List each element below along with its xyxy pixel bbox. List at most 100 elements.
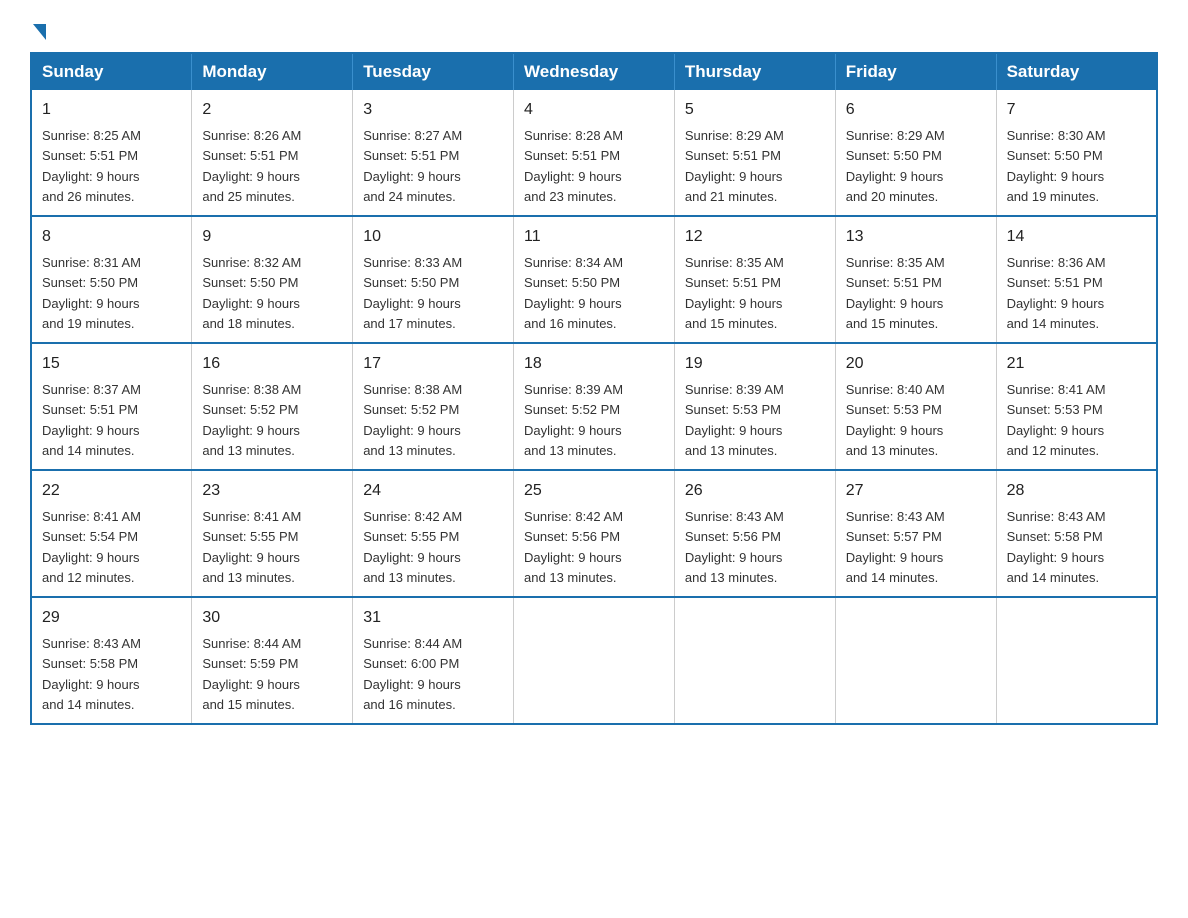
calendar-cell: 8 Sunrise: 8:31 AMSunset: 5:50 PMDayligh… — [31, 216, 192, 343]
day-info: Sunrise: 8:26 AMSunset: 5:51 PMDaylight:… — [202, 128, 301, 204]
calendar-cell: 16 Sunrise: 8:38 AMSunset: 5:52 PMDaylig… — [192, 343, 353, 470]
day-info: Sunrise: 8:43 AMSunset: 5:58 PMDaylight:… — [42, 636, 141, 712]
calendar-cell: 2 Sunrise: 8:26 AMSunset: 5:51 PMDayligh… — [192, 90, 353, 216]
calendar-week-row: 22 Sunrise: 8:41 AMSunset: 5:54 PMDaylig… — [31, 470, 1157, 597]
calendar-week-row: 29 Sunrise: 8:43 AMSunset: 5:58 PMDaylig… — [31, 597, 1157, 724]
day-number: 22 — [42, 479, 181, 503]
calendar-cell — [835, 597, 996, 724]
day-number: 26 — [685, 479, 825, 503]
weekday-header-tuesday: Tuesday — [353, 53, 514, 90]
calendar-cell: 14 Sunrise: 8:36 AMSunset: 5:51 PMDaylig… — [996, 216, 1157, 343]
logo — [30, 20, 46, 40]
day-info: Sunrise: 8:43 AMSunset: 5:56 PMDaylight:… — [685, 509, 784, 585]
day-info: Sunrise: 8:31 AMSunset: 5:50 PMDaylight:… — [42, 255, 141, 331]
calendar-cell: 31 Sunrise: 8:44 AMSunset: 6:00 PMDaylig… — [353, 597, 514, 724]
calendar-cell: 13 Sunrise: 8:35 AMSunset: 5:51 PMDaylig… — [835, 216, 996, 343]
calendar-cell: 15 Sunrise: 8:37 AMSunset: 5:51 PMDaylig… — [31, 343, 192, 470]
day-number: 5 — [685, 98, 825, 122]
day-number: 20 — [846, 352, 986, 376]
weekday-header-friday: Friday — [835, 53, 996, 90]
day-info: Sunrise: 8:38 AMSunset: 5:52 PMDaylight:… — [363, 382, 462, 458]
day-number: 8 — [42, 225, 181, 249]
day-number: 23 — [202, 479, 342, 503]
day-info: Sunrise: 8:36 AMSunset: 5:51 PMDaylight:… — [1007, 255, 1106, 331]
day-info: Sunrise: 8:30 AMSunset: 5:50 PMDaylight:… — [1007, 128, 1106, 204]
calendar-cell: 17 Sunrise: 8:38 AMSunset: 5:52 PMDaylig… — [353, 343, 514, 470]
day-number: 30 — [202, 606, 342, 630]
calendar-cell: 25 Sunrise: 8:42 AMSunset: 5:56 PMDaylig… — [514, 470, 675, 597]
day-number: 12 — [685, 225, 825, 249]
day-number: 24 — [363, 479, 503, 503]
calendar-cell: 18 Sunrise: 8:39 AMSunset: 5:52 PMDaylig… — [514, 343, 675, 470]
day-info: Sunrise: 8:40 AMSunset: 5:53 PMDaylight:… — [846, 382, 945, 458]
day-number: 6 — [846, 98, 986, 122]
calendar-week-row: 1 Sunrise: 8:25 AMSunset: 5:51 PMDayligh… — [31, 90, 1157, 216]
day-info: Sunrise: 8:43 AMSunset: 5:57 PMDaylight:… — [846, 509, 945, 585]
day-number: 21 — [1007, 352, 1146, 376]
calendar-cell: 7 Sunrise: 8:30 AMSunset: 5:50 PMDayligh… — [996, 90, 1157, 216]
day-number: 14 — [1007, 225, 1146, 249]
calendar-cell: 19 Sunrise: 8:39 AMSunset: 5:53 PMDaylig… — [674, 343, 835, 470]
page-header — [30, 20, 1158, 40]
calendar-cell: 11 Sunrise: 8:34 AMSunset: 5:50 PMDaylig… — [514, 216, 675, 343]
day-number: 28 — [1007, 479, 1146, 503]
day-number: 25 — [524, 479, 664, 503]
day-info: Sunrise: 8:27 AMSunset: 5:51 PMDaylight:… — [363, 128, 462, 204]
day-number: 4 — [524, 98, 664, 122]
day-info: Sunrise: 8:39 AMSunset: 5:53 PMDaylight:… — [685, 382, 784, 458]
calendar-table: SundayMondayTuesdayWednesdayThursdayFrid… — [30, 52, 1158, 725]
day-number: 18 — [524, 352, 664, 376]
calendar-cell — [996, 597, 1157, 724]
day-info: Sunrise: 8:42 AMSunset: 5:55 PMDaylight:… — [363, 509, 462, 585]
day-info: Sunrise: 8:25 AMSunset: 5:51 PMDaylight:… — [42, 128, 141, 204]
calendar-cell: 22 Sunrise: 8:41 AMSunset: 5:54 PMDaylig… — [31, 470, 192, 597]
day-info: Sunrise: 8:37 AMSunset: 5:51 PMDaylight:… — [42, 382, 141, 458]
calendar-cell: 12 Sunrise: 8:35 AMSunset: 5:51 PMDaylig… — [674, 216, 835, 343]
day-info: Sunrise: 8:39 AMSunset: 5:52 PMDaylight:… — [524, 382, 623, 458]
day-info: Sunrise: 8:35 AMSunset: 5:51 PMDaylight:… — [685, 255, 784, 331]
calendar-cell: 20 Sunrise: 8:40 AMSunset: 5:53 PMDaylig… — [835, 343, 996, 470]
calendar-cell: 24 Sunrise: 8:42 AMSunset: 5:55 PMDaylig… — [353, 470, 514, 597]
day-number: 16 — [202, 352, 342, 376]
day-number: 1 — [42, 98, 181, 122]
calendar-cell: 29 Sunrise: 8:43 AMSunset: 5:58 PMDaylig… — [31, 597, 192, 724]
weekday-header-wednesday: Wednesday — [514, 53, 675, 90]
day-number: 3 — [363, 98, 503, 122]
calendar-cell: 5 Sunrise: 8:29 AMSunset: 5:51 PMDayligh… — [674, 90, 835, 216]
day-info: Sunrise: 8:35 AMSunset: 5:51 PMDaylight:… — [846, 255, 945, 331]
day-number: 13 — [846, 225, 986, 249]
day-info: Sunrise: 8:44 AMSunset: 5:59 PMDaylight:… — [202, 636, 301, 712]
calendar-cell: 3 Sunrise: 8:27 AMSunset: 5:51 PMDayligh… — [353, 90, 514, 216]
day-info: Sunrise: 8:38 AMSunset: 5:52 PMDaylight:… — [202, 382, 301, 458]
day-info: Sunrise: 8:44 AMSunset: 6:00 PMDaylight:… — [363, 636, 462, 712]
day-number: 19 — [685, 352, 825, 376]
day-number: 17 — [363, 352, 503, 376]
day-info: Sunrise: 8:41 AMSunset: 5:53 PMDaylight:… — [1007, 382, 1106, 458]
calendar-cell — [514, 597, 675, 724]
day-info: Sunrise: 8:32 AMSunset: 5:50 PMDaylight:… — [202, 255, 301, 331]
day-number: 9 — [202, 225, 342, 249]
day-number: 27 — [846, 479, 986, 503]
day-number: 2 — [202, 98, 342, 122]
weekday-header-row: SundayMondayTuesdayWednesdayThursdayFrid… — [31, 53, 1157, 90]
day-info: Sunrise: 8:41 AMSunset: 5:55 PMDaylight:… — [202, 509, 301, 585]
weekday-header-thursday: Thursday — [674, 53, 835, 90]
day-info: Sunrise: 8:34 AMSunset: 5:50 PMDaylight:… — [524, 255, 623, 331]
calendar-cell — [674, 597, 835, 724]
calendar-cell: 26 Sunrise: 8:43 AMSunset: 5:56 PMDaylig… — [674, 470, 835, 597]
calendar-cell: 9 Sunrise: 8:32 AMSunset: 5:50 PMDayligh… — [192, 216, 353, 343]
day-number: 10 — [363, 225, 503, 249]
day-number: 11 — [524, 225, 664, 249]
calendar-cell: 1 Sunrise: 8:25 AMSunset: 5:51 PMDayligh… — [31, 90, 192, 216]
calendar-cell: 10 Sunrise: 8:33 AMSunset: 5:50 PMDaylig… — [353, 216, 514, 343]
day-number: 7 — [1007, 98, 1146, 122]
calendar-cell: 21 Sunrise: 8:41 AMSunset: 5:53 PMDaylig… — [996, 343, 1157, 470]
day-info: Sunrise: 8:28 AMSunset: 5:51 PMDaylight:… — [524, 128, 623, 204]
day-info: Sunrise: 8:41 AMSunset: 5:54 PMDaylight:… — [42, 509, 141, 585]
day-info: Sunrise: 8:29 AMSunset: 5:50 PMDaylight:… — [846, 128, 945, 204]
day-info: Sunrise: 8:29 AMSunset: 5:51 PMDaylight:… — [685, 128, 784, 204]
day-info: Sunrise: 8:43 AMSunset: 5:58 PMDaylight:… — [1007, 509, 1106, 585]
day-number: 15 — [42, 352, 181, 376]
logo-triangle-icon — [33, 24, 46, 40]
calendar-cell: 28 Sunrise: 8:43 AMSunset: 5:58 PMDaylig… — [996, 470, 1157, 597]
